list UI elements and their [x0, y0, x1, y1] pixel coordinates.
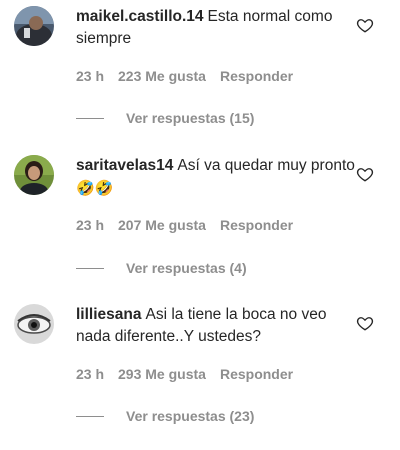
- heart-outline-icon[interactable]: [356, 16, 374, 34]
- avatar[interactable]: [14, 6, 54, 46]
- avatar[interactable]: [14, 304, 54, 344]
- heart-outline-icon[interactable]: [356, 165, 374, 183]
- comment-time[interactable]: 23 h: [76, 366, 104, 382]
- comment-username[interactable]: lilliesana: [76, 306, 141, 323]
- comment-meta: 23 h 207 Me gusta Responder: [76, 217, 307, 233]
- comment-time[interactable]: 23 h: [76, 68, 104, 84]
- laughing-emoji: 🤣🤣: [76, 180, 114, 197]
- comment-body: Así va quedar muy pronto: [177, 157, 355, 174]
- reply-button[interactable]: Responder: [220, 68, 293, 84]
- heart-outline-icon[interactable]: [356, 314, 374, 332]
- comment-username[interactable]: saritavelas14: [76, 157, 173, 174]
- divider: [76, 117, 104, 119]
- divider: [76, 267, 104, 269]
- comment-username[interactable]: maikel.castillo.14: [76, 8, 204, 25]
- comment-text: maikel.castillo.14 Esta normal como siemp…: [76, 6, 356, 50]
- comment-text: lilliesana Asi la tiene la boca no veo na…: [76, 304, 356, 348]
- view-replies-button[interactable]: Ver respuestas (15): [76, 110, 254, 126]
- view-replies-button[interactable]: Ver respuestas (23): [76, 408, 254, 424]
- reply-button[interactable]: Responder: [220, 366, 293, 382]
- avatar[interactable]: [14, 155, 54, 195]
- comment-meta: 23 h 223 Me gusta Responder: [76, 68, 307, 84]
- comment-likes[interactable]: 207 Me gusta: [118, 217, 206, 233]
- divider: [76, 415, 104, 417]
- comment-likes[interactable]: 223 Me gusta: [118, 68, 206, 84]
- view-replies-label: Ver respuestas (4): [126, 260, 247, 276]
- comment-meta: 23 h 293 Me gusta Responder: [76, 366, 307, 382]
- view-replies-label: Ver respuestas (15): [126, 110, 255, 126]
- view-replies-label: Ver respuestas (23): [126, 408, 255, 424]
- comment-likes[interactable]: 293 Me gusta: [118, 366, 206, 382]
- view-replies-button[interactable]: Ver respuestas (4): [76, 260, 247, 276]
- comment-text: saritavelas14 Así va quedar muy pronto 🤣🤣: [76, 155, 356, 199]
- comment-time[interactable]: 23 h: [76, 217, 104, 233]
- reply-button[interactable]: Responder: [220, 217, 293, 233]
